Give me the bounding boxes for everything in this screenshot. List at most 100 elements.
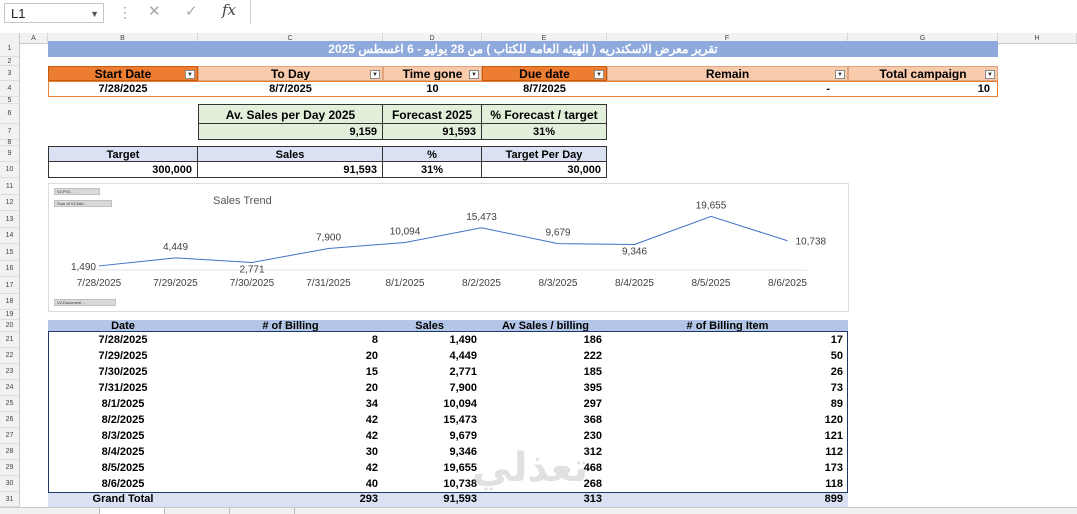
row-header[interactable]: 2 bbox=[0, 57, 20, 66]
table-cell[interactable]: 30 bbox=[198, 444, 383, 460]
table-cell[interactable]: 297 bbox=[482, 396, 607, 412]
row-header[interactable]: 22 bbox=[0, 348, 20, 364]
name-box[interactable]: L1 ▼ bbox=[4, 3, 104, 23]
table-cell[interactable]: 10,738 bbox=[383, 476, 482, 492]
value-av-sales-per-day[interactable]: 9,159 bbox=[198, 124, 383, 140]
value-time-gone[interactable]: 10 bbox=[383, 81, 482, 97]
value-target[interactable]: 300,000 bbox=[48, 162, 198, 178]
table-cell[interactable]: 42 bbox=[198, 412, 383, 428]
insert-function-icon[interactable]: fx bbox=[222, 1, 236, 19]
grand-total-cell[interactable]: 313 bbox=[482, 492, 607, 507]
table-cell[interactable]: 9,346 bbox=[383, 444, 482, 460]
value-due-date[interactable]: 8/7/2025 bbox=[482, 81, 607, 97]
row-header[interactable]: 10 bbox=[0, 162, 20, 178]
chevron-down-icon[interactable]: ▼ bbox=[90, 4, 99, 24]
table-cell[interactable]: 7,900 bbox=[383, 380, 482, 396]
header-target[interactable]: Target bbox=[48, 146, 198, 162]
row-header[interactable]: 3 bbox=[0, 66, 20, 81]
row-header[interactable]: 24 bbox=[0, 380, 20, 396]
pivot-header[interactable]: Sales bbox=[383, 320, 482, 332]
value-target-per-day[interactable]: 30,000 bbox=[482, 162, 607, 178]
filter-dropdown-icon[interactable]: ▼ bbox=[985, 70, 995, 79]
row-header[interactable]: 19 bbox=[0, 310, 20, 320]
row-header[interactable]: 31 bbox=[0, 492, 20, 507]
table-cell[interactable]: 7/30/2025 bbox=[48, 364, 198, 380]
table-cell[interactable]: 50 bbox=[607, 348, 848, 364]
table-cell[interactable]: 42 bbox=[198, 460, 383, 476]
row-header[interactable]: 15 bbox=[0, 244, 20, 261]
header-sales[interactable]: Sales bbox=[198, 146, 383, 162]
column-header[interactable]: H bbox=[998, 33, 1077, 44]
table-cell[interactable]: 89 bbox=[607, 396, 848, 412]
row-header[interactable]: 9 bbox=[0, 146, 20, 162]
row-header[interactable]: 7 bbox=[0, 124, 20, 140]
value-to-day[interactable]: 8/7/2025 bbox=[198, 81, 383, 97]
row-header[interactable]: 14 bbox=[0, 228, 20, 244]
table-cell[interactable]: 173 bbox=[607, 460, 848, 476]
header-remain[interactable]: Remain ▼ bbox=[607, 66, 848, 81]
row-header[interactable]: 11 bbox=[0, 178, 20, 195]
table-cell[interactable]: 19,655 bbox=[383, 460, 482, 476]
row-header[interactable]: 25 bbox=[0, 396, 20, 412]
table-cell[interactable]: 7/29/2025 bbox=[48, 348, 198, 364]
filter-dropdown-icon[interactable]: ▼ bbox=[370, 70, 380, 79]
table-cell[interactable]: 4,449 bbox=[383, 348, 482, 364]
table-cell[interactable]: 15,473 bbox=[383, 412, 482, 428]
row-header[interactable]: 18 bbox=[0, 294, 20, 310]
header-due-date[interactable]: Due date ▼ bbox=[482, 66, 607, 81]
sheet-tab[interactable] bbox=[40, 508, 100, 514]
row-header[interactable]: 5 bbox=[0, 97, 20, 104]
row-header[interactable]: 27 bbox=[0, 428, 20, 444]
row-header[interactable]: 30 bbox=[0, 476, 20, 492]
table-cell[interactable]: 8/1/2025 bbox=[48, 396, 198, 412]
table-cell[interactable]: 8/5/2025 bbox=[48, 460, 198, 476]
sales-trend-chart[interactable]: V2.PGI... Sum of V2.Net... V2.Document .… bbox=[48, 183, 849, 312]
table-cell[interactable]: 1,490 bbox=[383, 332, 482, 348]
table-cell[interactable]: 395 bbox=[482, 380, 607, 396]
table-cell[interactable]: 8/4/2025 bbox=[48, 444, 198, 460]
header-time-gone[interactable]: Time gone ▼ bbox=[383, 66, 482, 81]
table-cell[interactable]: 7/31/2025 bbox=[48, 380, 198, 396]
table-cell[interactable]: 40 bbox=[198, 476, 383, 492]
table-cell[interactable]: 34 bbox=[198, 396, 383, 412]
table-cell[interactable]: 17 bbox=[607, 332, 848, 348]
row-header[interactable]: 13 bbox=[0, 211, 20, 228]
header-start-date[interactable]: Start Date ▼ bbox=[48, 66, 198, 81]
table-cell[interactable]: 118 bbox=[607, 476, 848, 492]
row-header[interactable]: 21 bbox=[0, 332, 20, 348]
value-forecast[interactable]: 91,593 bbox=[383, 124, 482, 140]
header-total-campaign[interactable]: Total campaign ▼ bbox=[848, 66, 998, 81]
formula-input[interactable] bbox=[250, 0, 1077, 24]
table-cell[interactable]: 42 bbox=[198, 428, 383, 444]
table-cell[interactable]: 112 bbox=[607, 444, 848, 460]
table-cell[interactable]: 8/6/2025 bbox=[48, 476, 198, 492]
table-cell[interactable]: 8 bbox=[198, 332, 383, 348]
table-cell[interactable]: 20 bbox=[198, 348, 383, 364]
row-header[interactable]: 29 bbox=[0, 460, 20, 476]
header-to-day[interactable]: To Day ▼ bbox=[198, 66, 383, 81]
pivot-header[interactable]: # of Billing bbox=[198, 320, 383, 332]
column-header[interactable]: A bbox=[20, 33, 48, 44]
row-header[interactable]: 26 bbox=[0, 412, 20, 428]
enter-icon[interactable]: ✓ bbox=[185, 2, 198, 20]
pivot-header[interactable]: Date bbox=[48, 320, 198, 332]
value-remain[interactable]: - bbox=[607, 81, 848, 97]
table-cell[interactable]: 222 bbox=[482, 348, 607, 364]
value-start-date[interactable]: 7/28/2025 bbox=[48, 81, 198, 97]
table-cell[interactable]: 10,094 bbox=[383, 396, 482, 412]
row-header[interactable]: 4 bbox=[0, 81, 20, 97]
table-cell[interactable]: 186 bbox=[482, 332, 607, 348]
cancel-icon[interactable]: ✕ bbox=[148, 2, 161, 20]
header-forecast[interactable]: Forecast 2025 bbox=[383, 104, 482, 124]
filter-dropdown-icon[interactable]: ▼ bbox=[594, 70, 604, 79]
value-sales[interactable]: 91,593 bbox=[198, 162, 383, 178]
row-header[interactable]: 28 bbox=[0, 444, 20, 460]
pivot-header[interactable]: Av Sales / billing bbox=[482, 320, 607, 332]
table-cell[interactable]: 8/2/2025 bbox=[48, 412, 198, 428]
filter-dropdown-icon[interactable]: ▼ bbox=[185, 70, 195, 79]
table-cell[interactable]: 26 bbox=[607, 364, 848, 380]
grand-total-cell[interactable]: 293 bbox=[198, 492, 383, 507]
table-cell[interactable]: 2,771 bbox=[383, 364, 482, 380]
row-header[interactable]: 6 bbox=[0, 104, 20, 124]
table-cell[interactable]: 368 bbox=[482, 412, 607, 428]
